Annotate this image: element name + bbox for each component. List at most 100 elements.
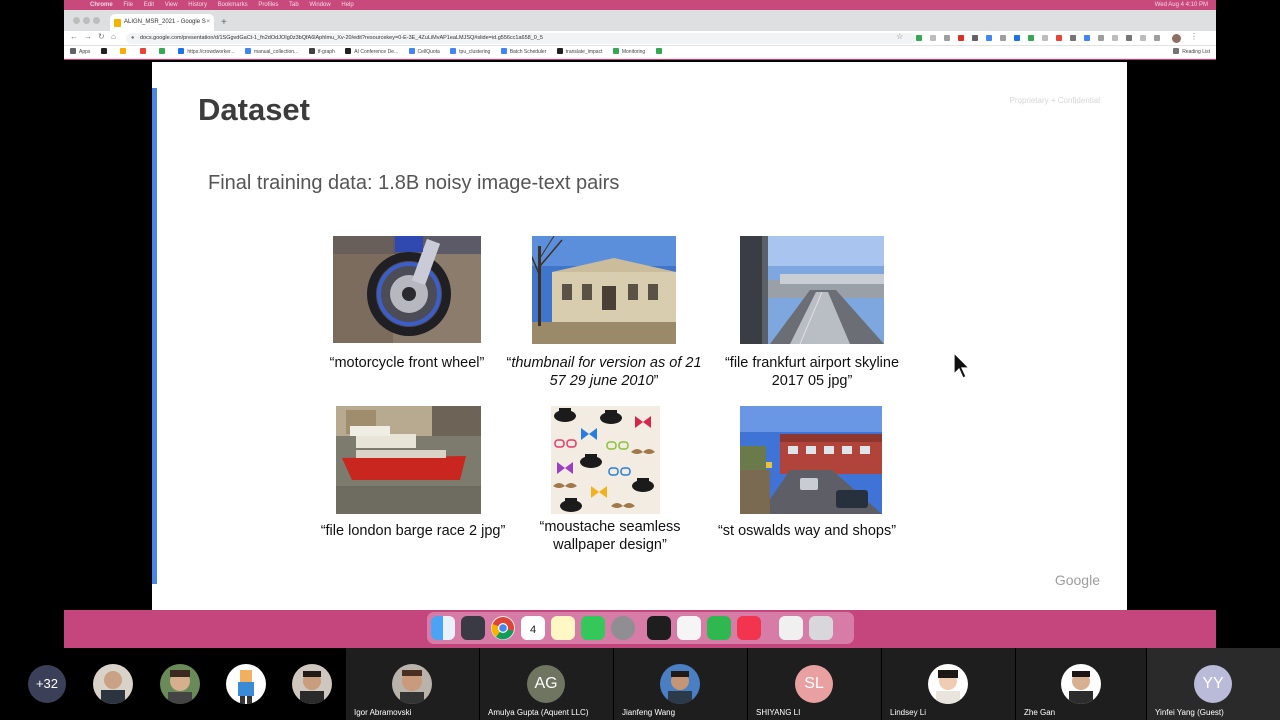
slide: Dataset Proprietary + Confidential Final… bbox=[152, 62, 1127, 610]
facetime-icon[interactable] bbox=[707, 616, 731, 640]
bookmark-icon-item[interactable] bbox=[120, 46, 129, 59]
tab-google-slides[interactable]: ALIGN_MSR_2021 - Google S × bbox=[110, 14, 214, 31]
terminal-icon[interactable] bbox=[647, 616, 671, 640]
extension-icon[interactable] bbox=[1042, 35, 1048, 41]
extension-icon[interactable] bbox=[1098, 35, 1104, 41]
participant-tile[interactable]: AG Amulya Gupta (Aquent LLC) bbox=[480, 648, 613, 720]
bookmark-manual-collection[interactable]: manual_collection... bbox=[245, 46, 298, 59]
bookmark-apps[interactable]: Apps bbox=[70, 46, 90, 59]
address-bar-url: docs.google.com/presentation/d/1SGgvdGaC… bbox=[140, 35, 543, 41]
participant-tile[interactable]: Igor Abramovski bbox=[346, 648, 479, 720]
extension-icon[interactable] bbox=[972, 35, 978, 41]
bookmark-icon bbox=[345, 48, 352, 54]
mac-menubar: Chrome File Edit View History Bookmarks … bbox=[64, 0, 1216, 10]
calendar-icon[interactable]: 4 bbox=[521, 616, 545, 640]
bookmark-star-icon[interactable]: ☆ bbox=[896, 32, 903, 41]
bookmark-icon bbox=[450, 48, 457, 54]
participant-tile[interactable]: Zhe Gan bbox=[1016, 648, 1146, 720]
participant-tile[interactable]: Lindsey Li bbox=[882, 648, 1015, 720]
bookmark-icon-item[interactable] bbox=[655, 46, 665, 59]
participant-tile-active-speaker[interactable]: YY Yinfei Yang (Guest) bbox=[1147, 648, 1280, 720]
street-shops-photo bbox=[740, 406, 882, 514]
bookmark-icon bbox=[120, 48, 127, 54]
forward-arrow-icon[interactable]: → bbox=[84, 32, 92, 41]
bookmark-icon-item[interactable] bbox=[100, 46, 110, 59]
menu-tab[interactable]: Tab bbox=[289, 0, 299, 10]
reading-list-button[interactable]: Reading List bbox=[1173, 46, 1210, 59]
extension-icon[interactable] bbox=[930, 35, 936, 41]
window-zoom-button[interactable] bbox=[93, 17, 100, 24]
bookmark-translate-impact[interactable]: translate_impact bbox=[556, 46, 602, 59]
menu-bookmarks[interactable]: Bookmarks bbox=[218, 0, 248, 10]
motorcycle-front-wheel-photo bbox=[333, 236, 481, 343]
extension-icon[interactable] bbox=[1140, 35, 1146, 41]
menu-help[interactable]: Help bbox=[341, 0, 353, 10]
home-icon[interactable]: ⌂ bbox=[111, 32, 116, 41]
participant-name: Yinfei Yang (Guest) bbox=[1155, 708, 1224, 717]
menu-window[interactable]: Window bbox=[309, 0, 330, 10]
back-arrow-icon[interactable]: ← bbox=[70, 32, 78, 41]
caption-airport: “file frankfurt airport skyline 2017 05 … bbox=[724, 355, 900, 389]
trash-icon[interactable] bbox=[809, 616, 833, 640]
menu-edit[interactable]: Edit bbox=[144, 0, 154, 10]
profile-avatar[interactable] bbox=[1172, 34, 1181, 43]
chrome-icon[interactable] bbox=[491, 616, 515, 640]
extension-icon[interactable] bbox=[958, 35, 964, 41]
slide-subtitle: Final training data: 1.8B noisy image-te… bbox=[208, 172, 620, 194]
new-tab-button[interactable]: + bbox=[221, 14, 227, 31]
caption-moustache: “moustache seamless wallpaper design” bbox=[539, 519, 681, 553]
window-minimize-button[interactable] bbox=[83, 17, 90, 24]
notes-icon[interactable] bbox=[551, 616, 575, 640]
system-preferences-icon[interactable] bbox=[611, 616, 635, 640]
extension-icon[interactable] bbox=[986, 35, 992, 41]
extension-icon[interactable] bbox=[1000, 35, 1006, 41]
bookmark-icon-item[interactable] bbox=[158, 46, 168, 59]
meeting-window: Chrome File Edit View History Bookmarks … bbox=[0, 0, 1280, 720]
extension-icon[interactable] bbox=[1014, 35, 1020, 41]
menu-view[interactable]: View bbox=[165, 0, 178, 10]
lock-icon: ● bbox=[131, 35, 135, 41]
reload-icon[interactable]: ↻ bbox=[98, 32, 105, 41]
tab-close-button[interactable]: × bbox=[206, 14, 210, 31]
extension-icon[interactable] bbox=[1154, 35, 1160, 41]
gmail-icon bbox=[139, 48, 146, 54]
participant-photo bbox=[660, 664, 700, 704]
london-barge-photo bbox=[336, 406, 481, 514]
extension-icon[interactable] bbox=[1084, 35, 1090, 41]
bookmark-monitoring[interactable]: Monitoring bbox=[612, 46, 645, 59]
menu-file[interactable]: File bbox=[123, 0, 133, 10]
extension-icon[interactable] bbox=[1070, 35, 1076, 41]
menu-history[interactable]: History bbox=[188, 0, 207, 10]
launchpad-icon[interactable] bbox=[461, 616, 485, 640]
window-close-button[interactable] bbox=[73, 17, 80, 24]
participant-name: SHIYANG LI bbox=[756, 708, 801, 717]
extension-icon[interactable] bbox=[1056, 35, 1062, 41]
participant-tile[interactable]: SL SHIYANG LI bbox=[748, 648, 881, 720]
extension-icon[interactable] bbox=[1028, 35, 1034, 41]
more-participants-button[interactable]: +32 bbox=[28, 665, 66, 703]
mouse-cursor-icon bbox=[953, 352, 971, 379]
bookmark-icon bbox=[158, 48, 165, 54]
extension-icon[interactable] bbox=[944, 35, 950, 41]
bookmark-cellquota[interactable]: CellQuota bbox=[408, 46, 440, 59]
extension-icon[interactable] bbox=[916, 35, 922, 41]
address-bar[interactable]: ● docs.google.com/presentation/d/1SGgvdG… bbox=[126, 33, 916, 44]
bookmark-tf-graph[interactable]: tf-graph bbox=[308, 46, 335, 59]
finder-icon[interactable] bbox=[431, 616, 455, 640]
participant-photo bbox=[392, 664, 432, 704]
menu-profiles[interactable]: Profiles bbox=[258, 0, 278, 10]
bookmark-tpu-clustering[interactable]: tpu_clustering bbox=[450, 46, 490, 59]
documents-icon[interactable] bbox=[779, 616, 803, 640]
bookmark-crowdworker[interactable]: https://crowdworker... bbox=[178, 46, 235, 59]
bookmark-ai-conference[interactable]: AI Conference De... bbox=[345, 46, 398, 59]
bookmark-batch-scheduler[interactable]: Batch Scheduler bbox=[500, 46, 546, 59]
textedit-icon[interactable] bbox=[677, 616, 701, 640]
music-icon[interactable] bbox=[737, 616, 761, 640]
extension-icon[interactable] bbox=[1112, 35, 1118, 41]
menu-chrome[interactable]: Chrome bbox=[90, 0, 113, 10]
bookmark-icon-item[interactable] bbox=[139, 46, 149, 59]
messages-icon[interactable] bbox=[581, 616, 605, 640]
browser-menu-icon[interactable]: ⋮ bbox=[1190, 32, 1198, 41]
participant-tile[interactable]: Jianfeng Wang bbox=[614, 648, 747, 720]
extension-icon[interactable] bbox=[1126, 35, 1132, 41]
